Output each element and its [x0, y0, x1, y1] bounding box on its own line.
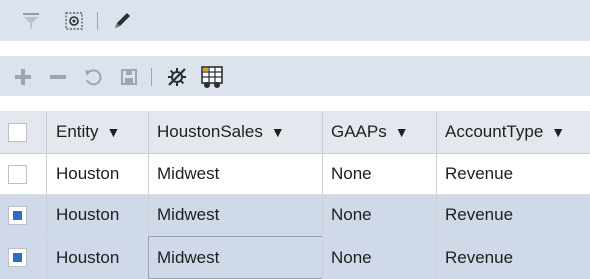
column-divider [46, 195, 47, 235]
column-header-houstonsales[interactable]: HoustonSales ▼ [157, 111, 285, 153]
filter-icon[interactable]: ▼ [271, 124, 285, 140]
filter-icon[interactable]: ▼ [395, 124, 409, 140]
column-divider [322, 236, 323, 279]
undo-icon[interactable] [82, 66, 104, 88]
edit-pencil-icon[interactable] [110, 10, 134, 32]
column-divider [148, 154, 149, 194]
grid-settings-icon[interactable] [199, 64, 225, 90]
grid-toolbar [0, 56, 590, 96]
cell-accounttype[interactable]: Revenue [445, 154, 585, 194]
cell-entity[interactable]: Houston [56, 236, 146, 279]
column-header-entity[interactable]: Entity ▼ [56, 111, 120, 153]
filter-icon[interactable] [20, 10, 42, 32]
toolbar-separator [151, 68, 152, 86]
column-divider [46, 111, 47, 153]
add-icon[interactable] [12, 66, 34, 88]
column-divider [148, 111, 149, 153]
cell-accounttype[interactable]: Revenue [445, 195, 585, 235]
cell-houstonsales[interactable]: Midwest [157, 154, 320, 194]
column-divider [436, 154, 437, 194]
column-header-accounttype[interactable]: AccountType ▼ [445, 111, 565, 153]
column-divider [322, 154, 323, 194]
row-checkbox[interactable] [8, 248, 27, 267]
save-icon[interactable] [118, 66, 140, 88]
column-divider [436, 195, 437, 235]
column-divider [436, 236, 437, 279]
cell-entity[interactable]: Houston [56, 195, 146, 235]
cell-houstonsales[interactable]: Midwest [157, 195, 320, 235]
cell-houstonsales[interactable]: Midwest [157, 236, 320, 279]
column-header-label: AccountType [445, 122, 544, 141]
column-divider [322, 111, 323, 153]
table-row[interactable]: Houston Midwest None Revenue [0, 195, 590, 236]
cell-accounttype[interactable]: Revenue [445, 236, 585, 279]
column-divider [322, 195, 323, 235]
column-divider [46, 236, 47, 279]
column-divider [148, 195, 149, 235]
column-header-label: GAAPs [331, 122, 387, 141]
cell-gaaps[interactable]: None [331, 195, 434, 235]
table-row[interactable]: Houston Midwest None Revenue [0, 236, 590, 279]
cell-entity[interactable]: Houston [56, 154, 146, 194]
table-row[interactable]: Houston Midwest None Revenue [0, 154, 590, 195]
clear-filter-icon[interactable] [165, 65, 189, 89]
cell-gaaps[interactable]: None [331, 154, 434, 194]
row-checkbox[interactable] [8, 165, 27, 184]
filter-icon[interactable]: ▼ [107, 124, 121, 140]
filter-icon[interactable]: ▼ [551, 124, 565, 140]
column-divider [46, 154, 47, 194]
remove-icon[interactable] [47, 66, 69, 88]
grid-header: Entity ▼ HoustonSales ▼ GAAPs ▼ AccountT… [0, 111, 590, 154]
row-checkbox[interactable] [8, 206, 27, 225]
column-header-label: HoustonSales [157, 122, 263, 141]
select-all-checkbox[interactable] [8, 123, 27, 142]
toolbar-separator [97, 12, 98, 30]
top-toolbar [0, 0, 590, 41]
cell-gaaps[interactable]: None [331, 236, 434, 279]
column-divider [436, 111, 437, 153]
column-header-gaaps[interactable]: GAAPs ▼ [331, 111, 409, 153]
data-grid: Entity ▼ HoustonSales ▼ GAAPs ▼ AccountT… [0, 111, 590, 279]
chooser-icon[interactable] [63, 10, 85, 32]
column-header-label: Entity [56, 122, 99, 141]
